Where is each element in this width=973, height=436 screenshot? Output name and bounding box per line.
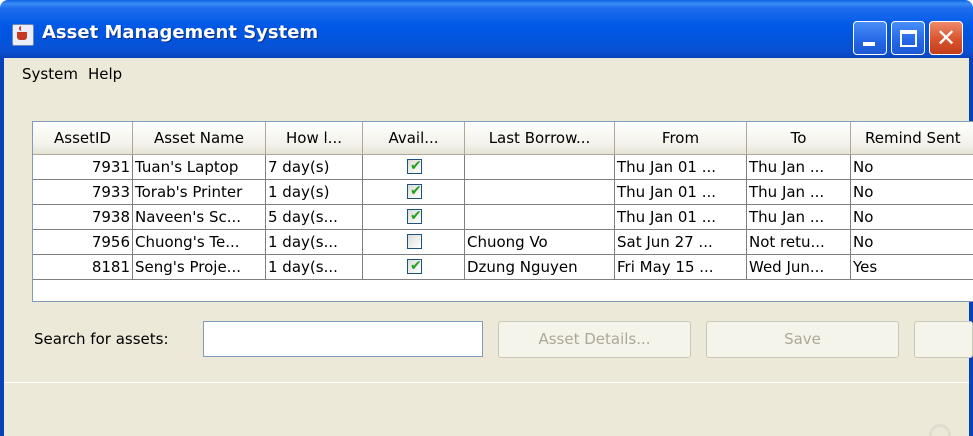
cell-how-long: 7 day(s) [266,155,363,180]
table-row[interactable]: 8181 Seng's Proje... 1 day(s... ✔ Dzung … [33,255,973,280]
table-row[interactable]: 7956 Chuong's Te... 1 day(s... Chuong Vo… [33,230,973,255]
available-checkbox[interactable]: ✔ [407,208,422,224]
cell-to: Thu Jan ... [747,205,851,230]
table-row[interactable]: 7938 Naveen's Sc... 5 day(s... ✔ Thu Jan… [33,205,973,230]
cell-how-long: 1 day(s) [266,180,363,205]
java-cup-icon[interactable] [12,24,34,46]
cell-asset-id: 7933 [33,180,133,205]
close-icon: ✕ [935,24,957,52]
save-button[interactable]: Save [706,321,899,358]
maximize-icon [900,30,917,47]
title-bar[interactable]: Asset Management System ✕ [0,0,973,58]
cell-available: ✔ [363,155,465,180]
cell-asset-name: Tuan's Laptop [133,155,266,180]
cell-how-long: 5 day(s... [266,205,363,230]
cell-remind-sent: No [851,205,973,230]
cell-from: Thu Jan 01 ... [615,155,747,180]
check-icon: ✔ [410,158,422,174]
cell-available: ✔ [363,255,465,280]
column-header-how-long[interactable]: How l... [266,122,363,155]
cell-asset-id: 8181 [33,255,133,280]
status-separator [4,382,969,383]
search-label: Search for assets: [34,330,169,348]
asset-details-button[interactable]: Asset Details... [498,321,691,358]
cell-asset-id: 7931 [33,155,133,180]
check-icon: ✔ [410,208,422,224]
column-header-asset-name[interactable]: Asset Name [133,122,266,155]
cell-to: Thu Jan ... [747,180,851,205]
cell-available [363,230,465,255]
cell-from: Thu Jan 01 ... [615,180,747,205]
cell-to: Not retu... [747,230,851,255]
cell-last-borrower [465,155,615,180]
window-title: Asset Management System [42,22,319,43]
cell-last-borrower [465,205,615,230]
available-checkbox[interactable]: ✔ [407,258,422,274]
cell-asset-name: Naveen's Sc... [133,205,266,230]
minimize-button[interactable] [853,21,887,55]
cell-last-borrower: Chuong Vo [465,230,615,255]
cell-how-long: 1 day(s... [266,230,363,255]
column-header-asset-id[interactable]: AssetID [33,122,133,155]
cell-asset-name: Torab's Printer [133,180,266,205]
assets-table[interactable]: AssetID Asset Name How l... Avail... Las… [32,121,973,302]
cell-how-long: 1 day(s... [266,255,363,280]
available-checkbox[interactable] [407,234,422,249]
cell-from: Fri May 15 ... [615,255,747,280]
search-input[interactable] [203,321,483,357]
cell-last-borrower [465,180,615,205]
column-header-remind-sent[interactable]: Remind Sent [851,122,973,155]
cell-from: Sat Jun 27 ... [615,230,747,255]
check-icon: ✔ [410,258,422,274]
table-row[interactable]: 7933 Torab's Printer 1 day(s) ✔ Thu Jan … [33,180,973,205]
cell-last-borrower: Dzung Nguyen [465,255,615,280]
maximize-button[interactable] [891,21,925,55]
cell-asset-name: Seng's Proje... [133,255,266,280]
cell-available: ✔ [363,180,465,205]
cell-from: Thu Jan 01 ... [615,205,747,230]
check-icon: ✔ [410,183,422,199]
available-checkbox[interactable]: ✔ [407,183,422,199]
cell-remind-sent: Yes [851,255,973,280]
column-header-from[interactable]: From [615,122,747,155]
extra-button[interactable] [914,321,973,358]
table-row[interactable]: 7931 Tuan's Laptop 7 day(s) ✔ Thu Jan 01… [33,155,973,180]
minimize-icon [863,42,875,46]
cell-remind-sent: No [851,230,973,255]
cell-asset-id: 7956 [33,230,133,255]
column-header-last-borrower[interactable]: Last Borrow... [465,122,615,155]
menu-system[interactable]: System [22,65,78,83]
cell-remind-sent: No [851,180,973,205]
column-header-to[interactable]: To [747,122,851,155]
column-header-available[interactable]: Avail... [363,122,465,155]
menu-help[interactable]: Help [88,65,122,83]
close-button[interactable]: ✕ [929,21,963,55]
cell-remind-sent: No [851,155,973,180]
app-window: Asset Management System ✕ System Help As… [0,0,973,436]
table-header: AssetID Asset Name How l... Avail... Las… [33,122,973,155]
menu-bar: System Help [4,58,969,92]
cell-to: Thu Jan ... [747,155,851,180]
cell-asset-name: Chuong's Te... [133,230,266,255]
available-checkbox[interactable]: ✔ [407,158,422,174]
cell-available: ✔ [363,205,465,230]
cell-to: Wed Jun... [747,255,851,280]
cell-asset-id: 7938 [33,205,133,230]
